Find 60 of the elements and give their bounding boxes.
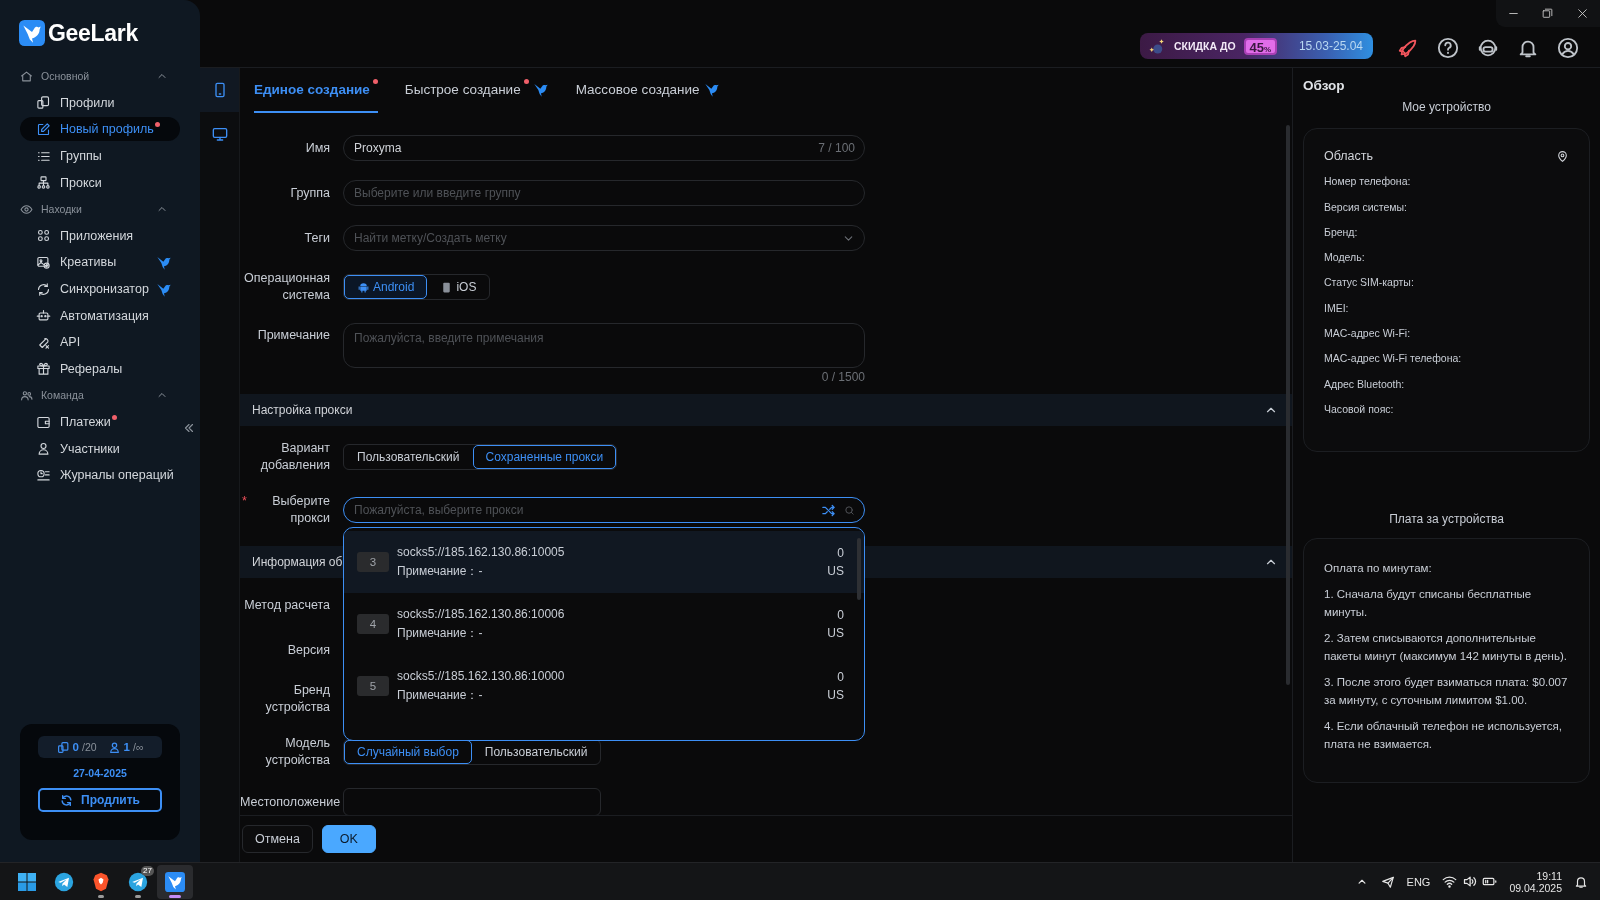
- info-label: Номер телефона:: [1324, 174, 1412, 189]
- percent-sign: %: [1264, 44, 1272, 54]
- country-code: US: [827, 688, 844, 702]
- member-count: 1: [123, 741, 130, 753]
- index-badge: 4: [357, 614, 389, 634]
- device-count: 0: [72, 741, 79, 753]
- info-label: Адрес Bluetooth:: [1324, 376, 1406, 391]
- field-label: Метод расчета: [244, 597, 330, 612]
- info-label: Часовой пояс:: [1324, 401, 1395, 416]
- device-limit: /20: [82, 741, 97, 753]
- field-label: Вариант добавления: [260, 441, 330, 472]
- info-label: Статус SIM-карты:: [1324, 275, 1415, 290]
- logo-text: GeeLark: [48, 19, 138, 47]
- proxy-address: socks5://185.162.130.86:10005: [397, 544, 566, 559]
- field-label: Местоположение: [240, 794, 341, 809]
- fee-paragraph: 2. Затем списываются дополнительные пакеты минут (максимум 142 минуты в день).: [1324, 631, 1568, 664]
- fee-paragraph: 1. Сначала будут списаны бесплатные минуты.: [1324, 587, 1533, 620]
- field-label: Версия: [287, 642, 330, 657]
- member-limit: /∞: [133, 741, 144, 753]
- field-label: Операционная система: [244, 271, 330, 302]
- proxy-note: Примечание：-: [397, 624, 484, 642]
- info-label: Модель:: [1324, 250, 1366, 265]
- field-label: Выберите прокси: [272, 494, 330, 525]
- panel-subtitle: Мое устройство: [1401, 100, 1492, 114]
- fee-paragraph: 4. Если облачный телефон не используется, плата не взимается.: [1324, 719, 1563, 752]
- fee-heading: Оплата по минутам:: [1324, 561, 1433, 576]
- required-mark: *: [242, 493, 247, 510]
- promo-dates: 15.03-25.04: [1298, 39, 1363, 53]
- character-counter: 0 / 1500: [821, 370, 865, 384]
- field-label: Модель устройства: [265, 736, 330, 767]
- info-label: Версия системы:: [1324, 199, 1408, 214]
- country-code: US: [827, 626, 844, 640]
- panel-title: Обзор: [1303, 78, 1346, 93]
- usage-count: 0: [837, 670, 844, 684]
- index-badge: 3: [357, 552, 389, 572]
- fee-paragraph: 3. После этого будет взиматься плата: $0.007 за минуту, с суточным лимитом $1.00.: [1324, 675, 1569, 708]
- info-label: IMEI:: [1324, 300, 1350, 315]
- panel-subtitle: Плата за устройства: [1388, 512, 1505, 526]
- usage-count: 0: [837, 608, 844, 622]
- usage-count: 0: [837, 546, 844, 560]
- field-label: Имя: [305, 140, 330, 155]
- field-label: Примечание: [257, 328, 330, 342]
- promo-label: СКИДКА ДО: [1174, 40, 1236, 52]
- proxy-address: socks5://185.162.130.86:10000: [397, 668, 566, 683]
- info-label: MAC-адрес Wi-Fi телефона:: [1324, 351, 1463, 366]
- character-counter: 7 / 100: [818, 141, 855, 155]
- field-label: Группа: [290, 185, 330, 200]
- info-label: Бренд:: [1324, 224, 1359, 239]
- field-label: Теги: [304, 230, 330, 245]
- proxy-note: Примечание：-: [397, 562, 484, 580]
- proxy-note: Примечание：-: [397, 686, 484, 704]
- country-code: US: [827, 564, 844, 578]
- discount-value: 45: [1249, 39, 1265, 55]
- info-label: MAC-адрес Wi-Fi:: [1324, 326, 1412, 341]
- index-badge: 5: [357, 676, 389, 696]
- expiry-date: 27-04-2025: [73, 767, 127, 779]
- field-label: Бренд устройства: [265, 683, 330, 714]
- notification-badge: 27: [141, 865, 154, 876]
- region-label: Область: [1324, 149, 1374, 163]
- proxy-address: socks5://185.162.130.86:10006: [397, 606, 566, 621]
